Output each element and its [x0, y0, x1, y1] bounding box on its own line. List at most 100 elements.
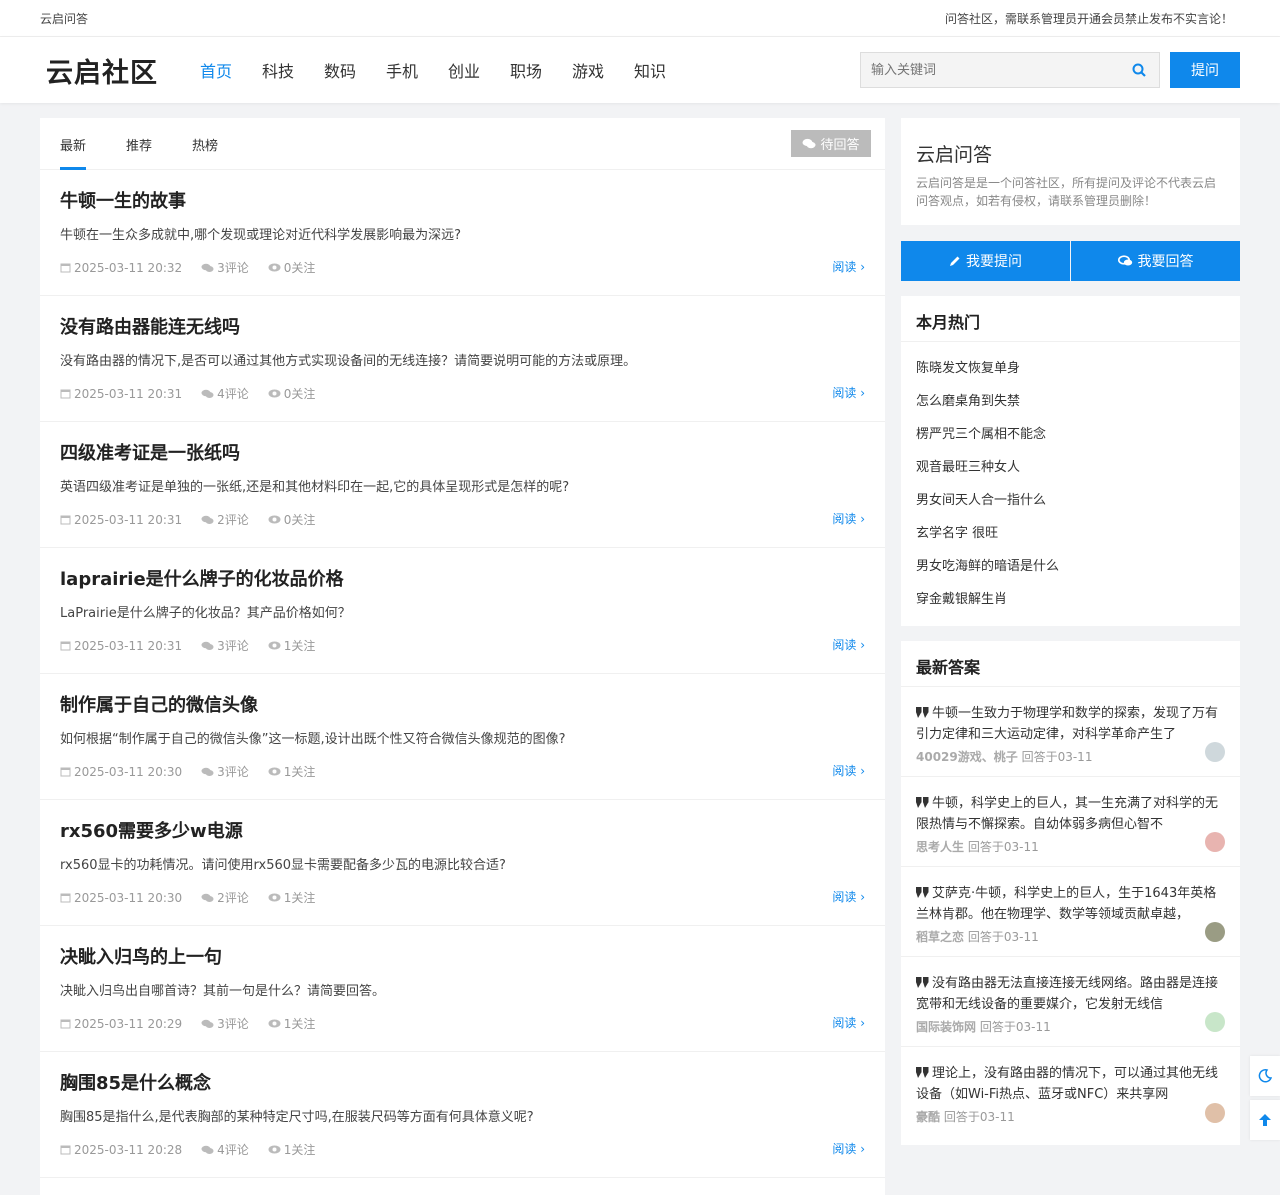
answer-text[interactable]: 牛顿一生致力于物理学和数学的探索，发现了万有引力定律和三大运动定律，对科学革命产… — [916, 703, 1225, 745]
read-more-link[interactable]: 阅读 › — [832, 762, 865, 779]
question-comments: 3评论 — [201, 259, 249, 276]
hot-item[interactable]: 陈晓发文恢复单身 — [916, 352, 1225, 385]
search-box — [860, 52, 1160, 88]
nav-startup[interactable]: 创业 — [433, 58, 495, 82]
read-more-link[interactable]: 阅读 › — [832, 1014, 865, 1031]
read-more-link[interactable]: 阅读 › — [832, 636, 865, 653]
avatar[interactable] — [1205, 742, 1225, 762]
question-desc: 没有路由器的情况下,是否可以通过其他方式实现设备间的无线连接？请简要说明可能的方… — [60, 354, 637, 369]
hot-item[interactable]: 怎么磨桌角到失禁 — [916, 385, 1225, 418]
question-item[interactable]: 决眦入归鸟的上一句 决眦入归鸟出自哪首诗？其前一句是什么？请简要回答。 2025-0… — [40, 926, 885, 1052]
question-title[interactable]: 牛顿一生的故事 — [60, 190, 865, 214]
answer-item[interactable]: 没有路由器无法直接连接无线网络。路由器是连接宽带和无线设备的重要媒介，它发射无线… — [901, 957, 1240, 1047]
tab-recommended[interactable]: 推荐 — [126, 135, 152, 169]
nav-home[interactable]: 首页 — [185, 58, 247, 82]
calendar-icon — [60, 1145, 71, 1155]
question-item[interactable]: 牛顿一生的故事 牛顿在一生众多成就中,哪个发现或理论对近代科学发展影响最为深远? 2… — [40, 170, 885, 296]
question-time: 2025-03-11 20:31 — [60, 639, 182, 653]
question-item[interactable]: 制作属于自己的微信头像 如何根据“制作属于自己的微信头像”这一标题,设计出既个性又… — [40, 674, 885, 800]
question-title[interactable]: 制作属于自己的微信头像 — [60, 694, 865, 718]
read-more-link[interactable]: 阅读 › — [832, 258, 865, 275]
read-more-link[interactable]: 阅读 › — [832, 1140, 865, 1157]
avatar[interactable] — [1205, 922, 1225, 942]
read-more-link[interactable]: 阅读 › — [832, 384, 865, 401]
question-item[interactable]: rx560需要多少w电源 rx560显卡的功耗情况。请问使用rx560显卡需要配备… — [40, 800, 885, 926]
question-item[interactable]: laprairie是什么牌子的化妆品价格 LaPrairie是什么牌子的化妆品？其… — [40, 548, 885, 674]
hot-item[interactable]: 穿金戴银解生肖 — [916, 583, 1225, 616]
comments-icon — [201, 1019, 214, 1028]
hot-item[interactable]: 男女间天人合一指什么 — [916, 484, 1225, 517]
answer-meta: 40029游戏、桃子 回答于03-11 — [916, 748, 1225, 765]
hot-item[interactable]: 楞严咒三个属相不能念 — [916, 418, 1225, 451]
answer-user[interactable]: 豪酷 — [916, 1110, 940, 1124]
eye-icon — [268, 515, 281, 524]
logo[interactable]: 云启社区 — [46, 51, 185, 90]
question-comments: 3评论 — [201, 637, 249, 654]
answer-user[interactable]: 稻草之恋 — [916, 930, 964, 944]
question-title[interactable]: 没有路由器能连无线吗 — [60, 316, 865, 340]
answer-text[interactable]: 牛顿，科学史上的巨人，其一生充满了对科学的无限热情与不懈探索。自幼体弱多病但心智… — [916, 793, 1225, 835]
read-more-link[interactable]: 阅读 › — [832, 888, 865, 905]
question-time: 2025-03-11 20:32 — [60, 261, 182, 275]
list-tabs: 最新 推荐 热榜 待回答 — [40, 118, 885, 170]
header: 云启社区 首页 科技 数码 手机 创业 职场 游戏 知识 提问 — [0, 37, 1280, 103]
hot-item[interactable]: 玄学名字 很旺 — [916, 517, 1225, 550]
eye-icon — [268, 389, 281, 398]
answer-user[interactable]: 思考人生 — [916, 840, 964, 854]
nav-games[interactable]: 游戏 — [557, 58, 619, 82]
avatar[interactable] — [1205, 832, 1225, 852]
calendar-icon — [60, 1019, 71, 1029]
quote-icon — [916, 797, 929, 808]
answer-text[interactable]: 没有路由器无法直接连接无线网络。路由器是连接宽带和无线设备的重要媒介，它发射无线… — [916, 973, 1225, 1015]
question-meta: 2025-03-11 20:30 3评论 1关注 — [60, 763, 865, 780]
comments-icon — [201, 893, 214, 902]
answer-text[interactable]: 理论上，没有路由器的情况下，可以通过其他无线设备（如Wi-Fi热点、蓝牙或NFC… — [916, 1063, 1225, 1105]
answer-user[interactable]: 国际装饰网 — [916, 1020, 976, 1034]
question-title[interactable]: rx560需要多少w电源 — [60, 820, 865, 844]
question-follows: 1关注 — [268, 1015, 315, 1032]
question-title[interactable]: laprairie是什么牌子的化妆品价格 — [60, 568, 865, 592]
tab-latest[interactable]: 最新 — [60, 135, 87, 170]
top-site-name[interactable]: 云启问答 — [40, 10, 88, 27]
tab-hot[interactable]: 热榜 — [192, 135, 218, 169]
hot-box: 本月热门 陈晓发文恢复单身 怎么磨桌角到失禁 楞严咒三个属相不能念 观音最旺三种女人男… — [901, 296, 1240, 626]
ask-question-button[interactable]: 我要提问 — [901, 241, 1070, 281]
quote-icon — [916, 977, 929, 988]
nav-knowledge[interactable]: 知识 — [619, 58, 681, 82]
read-more-link[interactable]: 阅读 › — [832, 510, 865, 527]
eye-icon — [268, 767, 281, 776]
nav-career[interactable]: 职场 — [495, 58, 557, 82]
back-to-top-button[interactable] — [1250, 1100, 1280, 1140]
answer-user[interactable]: 40029游戏、桃子 — [916, 750, 1018, 764]
nav-phone[interactable]: 手机 — [371, 58, 433, 82]
answer-text[interactable]: 艾萨克·牛顿，科学史上的巨人，生于1643年英格兰林肯郡。他在物理学、数学等领域… — [916, 883, 1225, 925]
hot-item[interactable]: 观音最旺三种女人 — [916, 451, 1225, 484]
about-title: 云启问答 — [916, 144, 993, 166]
nav-tech[interactable]: 科技 — [247, 58, 309, 82]
answer-item[interactable]: 理论上，没有路由器的情况下，可以通过其他无线设备（如Wi-Fi热点、蓝牙或NFC… — [901, 1047, 1240, 1137]
pending-answer-button[interactable]: 待回答 — [791, 130, 871, 157]
hot-list: 陈晓发文恢复单身 怎么磨桌角到失禁 楞严咒三个属相不能念 观音最旺三种女人 男女间天人合… — [901, 342, 1240, 616]
dark-mode-toggle[interactable] — [1250, 1056, 1280, 1096]
question-title[interactable]: 胸围85是什么概念 — [60, 1072, 865, 1096]
answer-question-button[interactable]: 我要回答 — [1071, 241, 1240, 281]
answer-item[interactable]: 牛顿一生致力于物理学和数学的探索，发现了万有引力定律和三大运动定律，对科学革命产… — [901, 687, 1240, 777]
question-title[interactable]: 决眦入归鸟的上一句 — [60, 946, 865, 970]
hot-item[interactable]: 男女吃海鲜的暗语是什么 — [916, 550, 1225, 583]
answer-item[interactable]: 牛顿，科学史上的巨人，其一生充满了对科学的无限热情与不懈探索。自幼体弱多病但心智… — [901, 777, 1240, 867]
question-title[interactable]: 四级准考证是一张纸吗 — [60, 442, 865, 466]
search-icon[interactable] — [1119, 63, 1159, 77]
eye-icon — [268, 641, 281, 650]
search-input[interactable] — [861, 53, 1119, 87]
question-item[interactable]: 没有路由器能连无线吗没有路由器的情况下,是否可以通过其他方式实现设备间的无线连接… — [40, 296, 885, 422]
ask-button[interactable]: 提问 — [1170, 52, 1240, 88]
question-item[interactable]: 胸围85是什么概念 胸围85是指什么,是代表胸部的某种特定尺寸吗,在服装尺码等方面… — [40, 1052, 885, 1178]
avatar[interactable] — [1205, 1103, 1225, 1123]
nav-digital[interactable]: 数码 — [309, 58, 371, 82]
question-item[interactable]: 四级准考证是一张纸吗 英语四级准考证是单独的一张纸,还是和其他材料印在一起,它的具… — [40, 422, 885, 548]
answer-question-label: 我要回答 — [1137, 254, 1194, 270]
question-comments: 3评论 — [201, 763, 249, 780]
question-follows: 0关注 — [268, 511, 315, 528]
avatar[interactable] — [1205, 1012, 1225, 1032]
answer-item[interactable]: 艾萨克·牛顿，科学史上的巨人，生于1643年英格兰林肯郡。他在物理学、数学等领域… — [901, 867, 1240, 957]
